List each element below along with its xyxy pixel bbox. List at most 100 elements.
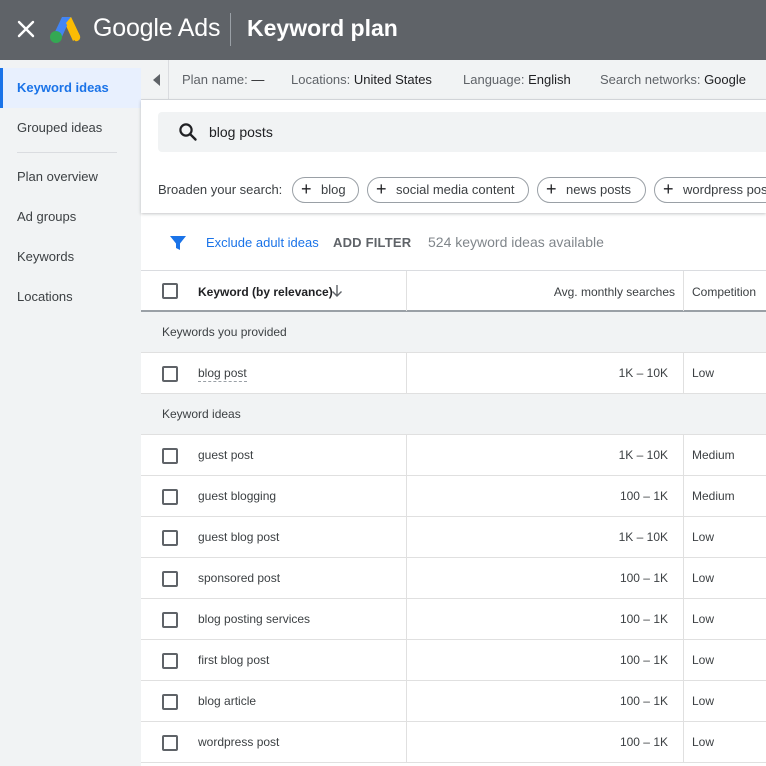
row-checkbox[interactable] — [162, 530, 178, 546]
competition-cell: Low — [692, 530, 715, 544]
row-checkbox[interactable] — [162, 612, 178, 628]
broaden-chip-blog[interactable]: + blog — [292, 177, 359, 203]
competition-cell: Low — [692, 366, 715, 380]
sidebar-divider — [17, 152, 117, 153]
column-divider — [683, 599, 684, 640]
search-networks-value: Google — [704, 72, 746, 87]
table-row[interactable]: guest blogging 100 – 1K Medium — [141, 476, 766, 517]
keyword-cell: blog post — [198, 366, 247, 382]
keyword-cell: guest blogging — [198, 489, 277, 503]
chip-label: news posts — [566, 182, 632, 197]
plus-icon: + — [663, 179, 674, 199]
row-checkbox[interactable] — [162, 571, 178, 587]
sort-descending-icon[interactable] — [331, 284, 343, 298]
plan-name-label: Plan name: — [182, 72, 248, 87]
keyword-cell: sponsored post — [198, 571, 281, 585]
avg-monthly-searches-cell: 100 – 1K — [619, 735, 668, 749]
sidebar-item-grouped-ideas[interactable]: Grouped ideas — [0, 108, 141, 148]
keyword-cell: first blog post — [198, 653, 270, 667]
chip-label: blog — [321, 182, 346, 197]
filter-bar: Exclude adult ideas ADD FILTER 524 keywo… — [141, 222, 766, 270]
table-row[interactable]: blog posting services 100 – 1K Low — [141, 599, 766, 640]
filter-icon[interactable] — [169, 234, 187, 252]
row-checkbox[interactable] — [162, 653, 178, 669]
row-checkbox[interactable] — [162, 735, 178, 751]
brand-name: Google Ads — [93, 14, 221, 42]
table-row[interactable]: blog article 100 – 1K Low — [141, 681, 766, 722]
row-checkbox[interactable] — [162, 694, 178, 710]
group-label: Keywords you provided — [162, 325, 287, 339]
plus-icon: + — [301, 179, 312, 199]
search-panel: Broaden your search: + blog + social med… — [141, 100, 766, 213]
column-header-avg-monthly-searches[interactable]: Avg. monthly searches — [407, 285, 675, 299]
sidebar-item-keyword-ideas[interactable]: Keyword ideas — [0, 68, 141, 108]
chip-label: social media content — [396, 182, 515, 197]
keyword-ideas-count: 524 keyword ideas available — [428, 234, 604, 250]
table-row[interactable]: first blog post 100 – 1K Low — [141, 640, 766, 681]
table-row[interactable]: blog post 1K – 10K Low — [141, 353, 766, 394]
exclude-adult-ideas-filter[interactable]: Exclude adult ideas — [206, 235, 319, 250]
language-field[interactable]: Language: English — [463, 72, 571, 87]
column-header-keyword[interactable]: Keyword (by relevance) — [198, 285, 333, 299]
column-divider — [683, 435, 684, 476]
column-header-competition[interactable]: Competition — [692, 285, 756, 299]
row-checkbox[interactable] — [162, 489, 178, 505]
plan-summary-bar: Plan name: — Locations: United States La… — [141, 60, 766, 100]
chip-label: wordpress pos — [683, 182, 766, 197]
main-content: Plan name: — Locations: United States La… — [141, 60, 766, 766]
add-filter-button[interactable]: ADD FILTER — [333, 235, 411, 250]
broaden-chip-social-media-content[interactable]: + social media content — [367, 177, 529, 203]
broaden-search-label: Broaden your search: — [158, 182, 283, 197]
group-row-provided: Keywords you provided — [141, 312, 766, 353]
broaden-chip-news-posts[interactable]: + news posts — [537, 177, 646, 203]
search-box[interactable] — [158, 112, 766, 152]
competition-cell: Medium — [692, 489, 735, 503]
language-value: English — [528, 72, 571, 87]
sidebar-item-keywords[interactable]: Keywords — [0, 237, 141, 277]
search-networks-field[interactable]: Search networks: Google — [600, 72, 746, 87]
select-all-checkbox[interactable] — [162, 283, 178, 299]
search-input[interactable] — [209, 112, 749, 152]
column-divider — [683, 681, 684, 722]
column-divider — [683, 640, 684, 681]
column-divider — [683, 271, 684, 311]
sidebar-item-ad-groups[interactable]: Ad groups — [0, 197, 141, 237]
competition-cell: Low — [692, 735, 715, 749]
competition-cell: Low — [692, 612, 715, 626]
avg-monthly-searches-cell: 100 – 1K — [619, 489, 668, 503]
sidebar-item-locations[interactable]: Locations — [0, 277, 141, 317]
locations-label: Locations: — [291, 72, 351, 87]
row-checkbox[interactable] — [162, 448, 178, 464]
row-checkbox[interactable] — [162, 366, 178, 382]
sidebar: Keyword ideas Grouped ideas Plan overvie… — [0, 60, 141, 766]
collapse-left-icon[interactable] — [149, 71, 163, 89]
competition-cell: Low — [692, 653, 715, 667]
avg-monthly-searches-cell: 100 – 1K — [619, 571, 668, 585]
plan-name-value: — — [251, 72, 265, 87]
keyword-cell: blog posting services — [198, 612, 311, 626]
table-row[interactable]: wordpress post 100 – 1K Low — [141, 722, 766, 763]
table-row[interactable]: guest blog post 1K – 10K Low — [141, 517, 766, 558]
column-divider — [683, 722, 684, 763]
google-ads-logo — [50, 17, 81, 43]
table-row[interactable]: guest post 1K – 10K Medium — [141, 435, 766, 476]
competition-cell: Medium — [692, 448, 735, 462]
table-row[interactable]: sponsored post 100 – 1K Low — [141, 558, 766, 599]
column-divider — [683, 517, 684, 558]
avg-monthly-searches-cell: 100 – 1K — [619, 653, 668, 667]
broaden-chip-wordpress-posts[interactable]: + wordpress pos — [654, 177, 766, 203]
locations-field[interactable]: Locations: United States — [291, 72, 432, 87]
sidebar-item-plan-overview[interactable]: Plan overview — [0, 157, 141, 197]
avg-monthly-searches-cell: 1K – 10K — [618, 448, 668, 462]
page-title: Keyword plan — [247, 15, 398, 41]
plan-name-field[interactable]: Plan name: — — [182, 72, 264, 87]
locations-value: United States — [353, 72, 432, 87]
column-divider — [683, 476, 684, 517]
plus-icon: + — [376, 179, 387, 199]
language-label: Language: — [463, 72, 525, 87]
avg-monthly-searches-cell: 1K – 10K — [618, 366, 668, 380]
header-divider — [230, 13, 231, 46]
search-icon — [179, 123, 197, 141]
close-icon[interactable] — [14, 17, 38, 41]
group-row-ideas: Keyword ideas — [141, 394, 766, 435]
